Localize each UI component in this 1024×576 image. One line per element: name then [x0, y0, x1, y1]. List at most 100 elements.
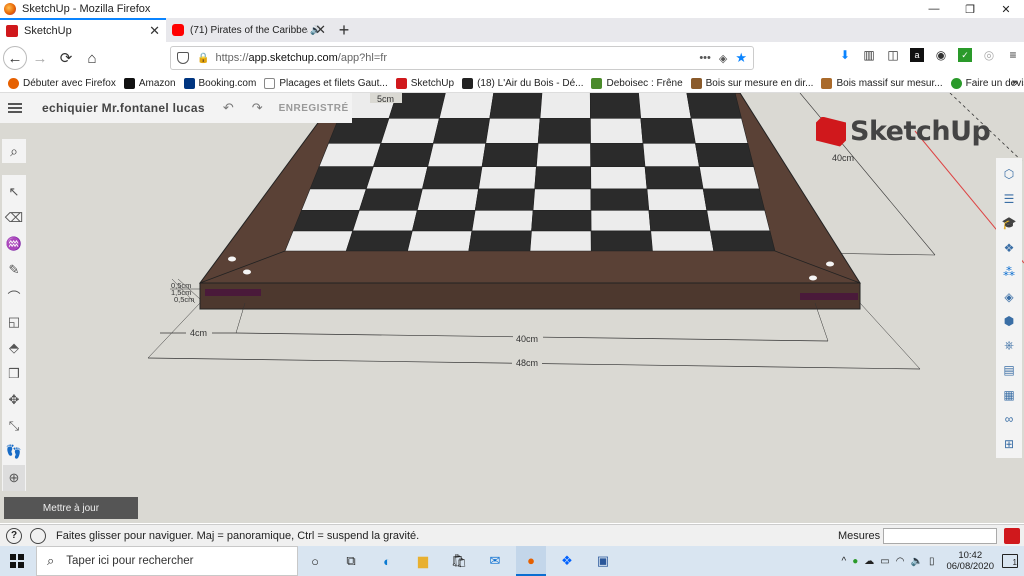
dark-square[interactable]	[534, 166, 592, 190]
light-square[interactable]	[365, 166, 429, 190]
instructor-icon[interactable]: 🎓	[998, 211, 1020, 236]
back-button[interactable]: ←	[3, 46, 27, 70]
outliner-icon[interactable]: ☰	[998, 187, 1020, 212]
dropbox-icon[interactable]: ❖	[552, 546, 582, 576]
light-square[interactable]	[539, 93, 591, 119]
search-tool-icon[interactable]: ⌕	[2, 139, 26, 163]
dark-square[interactable]	[589, 93, 642, 119]
bookmark-item[interactable]: Bois sur mesure en dir...	[690, 77, 813, 89]
move-tool-icon[interactable]: ✥	[3, 387, 25, 413]
dark-square[interactable]	[309, 166, 374, 190]
dark-square[interactable]	[648, 209, 711, 232]
light-square[interactable]	[284, 230, 354, 252]
firefox-taskbar-icon[interactable]: ●	[516, 546, 546, 576]
light-square[interactable]	[301, 188, 367, 211]
entity-info-icon[interactable]: ⬡	[998, 162, 1020, 187]
dark-square[interactable]	[468, 230, 532, 252]
language-icon[interactable]: ▯	[929, 556, 935, 567]
bookmark-item[interactable]: Débuter avec Firefox	[8, 77, 116, 89]
arc-tool-icon[interactable]: ⌒	[3, 283, 25, 309]
push-pull-icon[interactable]: ⬘	[3, 335, 25, 361]
dark-square[interactable]	[292, 209, 360, 232]
light-square[interactable]	[590, 209, 652, 232]
dark-square[interactable]	[358, 188, 423, 211]
bookmark-item[interactable]: Deboisec : Frêne	[591, 77, 683, 89]
paint-bucket-icon[interactable]: ♒	[3, 231, 25, 257]
battery-icon[interactable]: ▭	[880, 556, 889, 567]
main-menu-icon[interactable]	[8, 103, 22, 113]
light-square[interactable]	[529, 230, 592, 252]
light-square[interactable]	[590, 118, 644, 144]
light-square[interactable]	[706, 209, 771, 232]
dark-square[interactable]	[640, 118, 696, 144]
document-title[interactable]: echiquier Mr.fontanel lucas	[42, 101, 205, 115]
views-icon[interactable]: ⎈	[998, 334, 1020, 359]
reload-button[interactable]: ⟳	[53, 45, 79, 71]
light-square[interactable]	[690, 118, 749, 144]
dark-square[interactable]	[709, 230, 776, 252]
light-square[interactable]	[471, 209, 534, 232]
taskbar-search[interactable]: ⌕ Taper ici pour rechercher	[36, 546, 298, 576]
display-icon[interactable]: ▦	[998, 383, 1020, 408]
dark-square[interactable]	[489, 93, 543, 119]
minimize-button[interactable]: —	[916, 0, 952, 18]
light-square[interactable]	[352, 209, 418, 232]
tray-chevron-icon[interactable]: ^	[842, 556, 847, 567]
tape-measure-icon[interactable]: ⤡	[3, 413, 25, 439]
network-icon[interactable]: ◠	[896, 556, 905, 567]
3d-viewport[interactable]: 48cm 40cm 4cm 40cm 0,5cm 1,5cm 0,5cm 5cm	[0, 93, 1024, 523]
tab-youtube[interactable]: (71) Pirates of the Caribbean 🔊 ✕	[166, 18, 332, 42]
bookmark-item[interactable]: SketchUp	[395, 77, 454, 89]
windows-start-icon[interactable]	[10, 554, 24, 568]
pocket-icon[interactable]: ◈	[719, 52, 727, 65]
light-square[interactable]	[380, 118, 440, 144]
solar-north-icon[interactable]: ⊞	[998, 432, 1020, 457]
light-square[interactable]	[590, 166, 648, 190]
walk-tool-icon[interactable]: 👣	[3, 439, 25, 465]
dark-square[interactable]	[432, 118, 491, 144]
light-square[interactable]	[642, 143, 700, 168]
dark-square[interactable]	[345, 230, 413, 252]
dark-square[interactable]	[411, 209, 476, 232]
extension-icon[interactable]: ◎	[982, 48, 996, 62]
dark-square[interactable]	[590, 143, 646, 168]
dark-square[interactable]	[695, 143, 755, 168]
home-button[interactable]: ⌂	[79, 45, 105, 71]
bookmark-item[interactable]: Amazon	[123, 77, 176, 89]
orbit-tool-icon[interactable]: ⊕	[3, 465, 25, 491]
help-icon[interactable]: ?	[6, 527, 22, 544]
light-square[interactable]	[532, 188, 592, 211]
select-tool-icon[interactable]: ↖	[3, 179, 25, 205]
light-square[interactable]	[318, 143, 382, 168]
word-doc-icon[interactable]: ▣	[588, 546, 618, 576]
task-view-icon[interactable]: ⧉	[336, 546, 366, 576]
cortana-icon[interactable]: ○	[300, 546, 330, 576]
offset-tool-icon[interactable]: ❒	[3, 361, 25, 387]
bookmark-item[interactable]: (18) L'Air du Bois - Dé...	[462, 77, 583, 89]
redo-icon[interactable]: ↷	[252, 100, 263, 116]
components-icon[interactable]: ❖	[998, 236, 1020, 261]
light-square[interactable]	[478, 166, 537, 190]
forward-button[interactable]: →	[27, 45, 53, 71]
account-icon[interactable]: ◉	[934, 48, 948, 62]
close-window-button[interactable]: ✕	[988, 0, 1024, 18]
bookmark-item[interactable]: Booking.com	[183, 77, 256, 89]
light-square[interactable]	[485, 118, 541, 144]
notification-center-icon[interactable]: 1	[1002, 554, 1018, 568]
downloads-icon[interactable]: ⬇	[838, 48, 852, 62]
dark-square[interactable]	[531, 209, 592, 232]
dark-square[interactable]	[481, 143, 539, 168]
sidebar-icon[interactable]: ◫	[886, 48, 900, 62]
url-bar[interactable]: 🔒 https://app.sketchup.com/app?hl=fr •••…	[170, 46, 754, 70]
light-square[interactable]	[438, 93, 494, 119]
close-tab-icon[interactable]: ✕	[149, 23, 160, 39]
new-tab-button[interactable]: +	[332, 18, 356, 42]
tags-icon[interactable]: ⬢	[998, 309, 1020, 334]
tracking-shield-icon[interactable]	[177, 52, 189, 64]
dark-square[interactable]	[537, 118, 591, 144]
url-text[interactable]: https://app.sketchup.com/app?hl=fr	[215, 52, 387, 64]
bookmark-item[interactable]: Placages et filets Gaut...	[264, 77, 388, 89]
dark-square[interactable]	[372, 143, 434, 168]
glasses-icon[interactable]: ∞	[998, 407, 1020, 432]
pencil-tool-icon[interactable]: ✎	[3, 257, 25, 283]
